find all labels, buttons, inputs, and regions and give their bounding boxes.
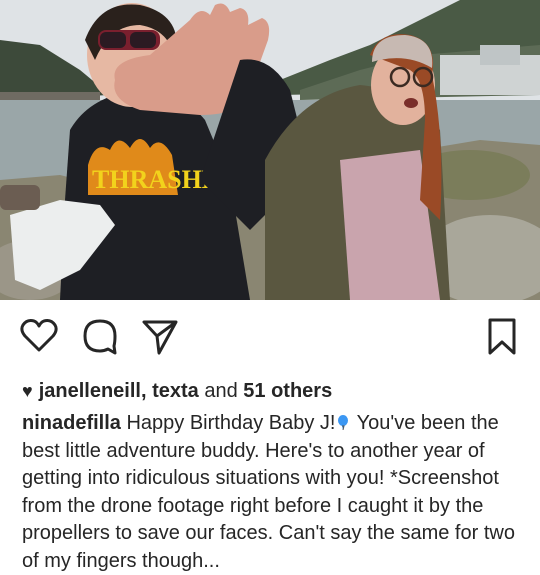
comment-bubble-icon[interactable] [80, 316, 120, 356]
post-photo[interactable]: THRASHER [0, 0, 540, 300]
caption-text-start: Happy Birthday Baby J! [126, 412, 336, 434]
paper-plane-icon[interactable] [140, 316, 180, 356]
bookmark-icon[interactable] [482, 316, 522, 356]
post-photo-illustration: THRASHER [0, 0, 540, 300]
post-action-bar [0, 300, 540, 370]
caption-username[interactable]: ninadefilla [22, 412, 121, 434]
heart-filled-icon: ♥ [22, 381, 33, 401]
balloon-emoji-icon [338, 415, 349, 430]
caption-text-rest: You've been the best little adventure bu… [22, 412, 515, 572]
likes-summary[interactable]: ♥ janelleneill, texta and 51 others [22, 380, 332, 403]
heart-outline-icon[interactable] [19, 316, 59, 356]
likes-connector: and [204, 380, 238, 402]
post-caption: ninadefilla Happy Birthday Baby J! You'v… [22, 410, 522, 575]
likes-users[interactable]: janelleneill, texta [39, 380, 199, 402]
likes-count[interactable]: 51 others [243, 380, 332, 402]
